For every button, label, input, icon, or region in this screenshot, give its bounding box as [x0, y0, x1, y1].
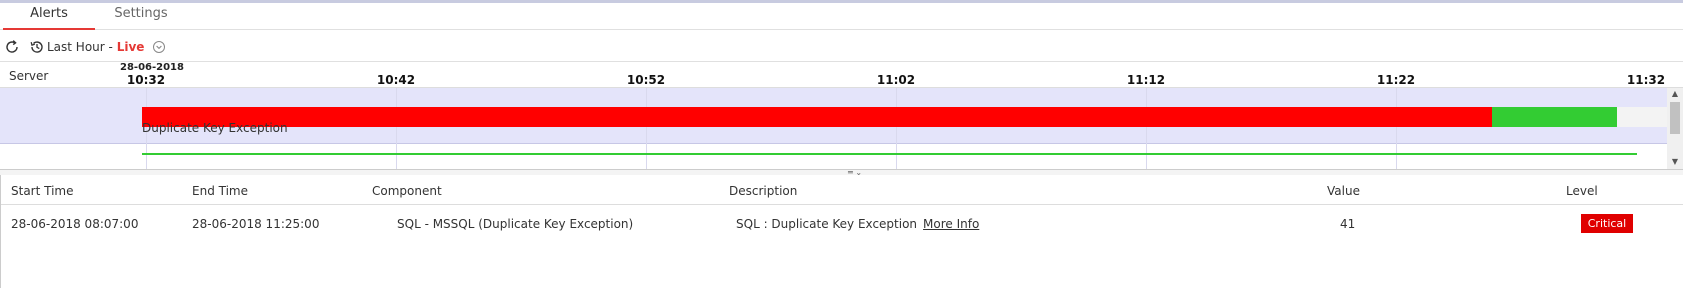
history-icon [30, 41, 43, 53]
column-header-value[interactable]: Value [1327, 184, 1360, 198]
table-header: Start Time End Time Component Descriptio… [1, 175, 1683, 205]
column-header-level[interactable]: Level [1566, 184, 1598, 198]
column-header-component[interactable]: Component [372, 184, 442, 198]
grid-line [646, 88, 647, 169]
description-cell: SQL : Duplicate Key Exception More Info [736, 217, 979, 231]
timeline-row-2-bar [142, 153, 1637, 155]
start-time-cell: 28-06-2018 08:07:00 [11, 217, 139, 231]
tab-bar: Alerts Settings [0, 3, 1683, 30]
level-badge: Critical [1581, 214, 1633, 233]
time-tick: 10:32 [126, 73, 166, 87]
time-tick: 10:52 [626, 73, 666, 87]
chevron-down-circle-icon[interactable] [152, 40, 166, 54]
timeline-date: 28-06-2018 [120, 62, 184, 73]
server-column-header: Server [9, 69, 49, 83]
tab-alerts[interactable]: Alerts [3, 3, 95, 30]
grid-line [1396, 88, 1397, 169]
live-label: Live [116, 40, 145, 54]
empty-segment-bar [1617, 107, 1667, 127]
value-cell: 41 [1340, 217, 1356, 231]
timeline-scrollbar[interactable]: ▲ ▼ [1667, 88, 1683, 169]
table-row[interactable]: 28-06-2018 08:07:00 28-06-2018 11:25:00 … [1, 205, 1683, 243]
column-header-start-time[interactable]: Start Time [11, 184, 74, 198]
scroll-up-icon[interactable]: ▲ [1667, 88, 1683, 100]
description-text: SQL : Duplicate Key Exception [736, 217, 918, 231]
timeline-row-label: Duplicate Key Exception [142, 121, 288, 135]
tab-settings[interactable]: Settings [95, 3, 187, 30]
time-tick: 11:02 [876, 73, 916, 87]
critical-segment-bar[interactable] [142, 107, 1492, 127]
time-tick: 11:22 [1376, 73, 1416, 87]
time-tick: 11:32 [1626, 73, 1666, 87]
end-time-cell: 28-06-2018 11:25:00 [192, 217, 320, 231]
grid-line [396, 88, 397, 169]
grid-line [1146, 88, 1147, 169]
component-cell: SQL - MSSQL (Duplicate Key Exception) [397, 217, 634, 231]
time-range-label: Last Hour - [47, 40, 113, 54]
time-tick: 11:12 [1126, 73, 1166, 87]
column-header-end-time[interactable]: End Time [192, 184, 248, 198]
timeline-header: Server 28-06-2018 10:32 10:42 10:52 11:0… [0, 62, 1683, 88]
column-header-description[interactable]: Description [729, 184, 797, 198]
ok-segment-bar[interactable] [1492, 107, 1617, 127]
scroll-thumb[interactable] [1670, 102, 1680, 134]
alerts-table: Start Time End Time Component Descriptio… [0, 175, 1683, 288]
toolbar: Last Hour - Live [0, 31, 1683, 62]
more-info-link[interactable]: More Info [923, 217, 979, 231]
refresh-icon[interactable] [4, 39, 20, 55]
time-range-selector[interactable]: Last Hour - Live [47, 38, 144, 56]
scroll-down-icon[interactable]: ▼ [1667, 156, 1683, 168]
grid-line [896, 88, 897, 169]
time-tick: 10:42 [376, 73, 416, 87]
